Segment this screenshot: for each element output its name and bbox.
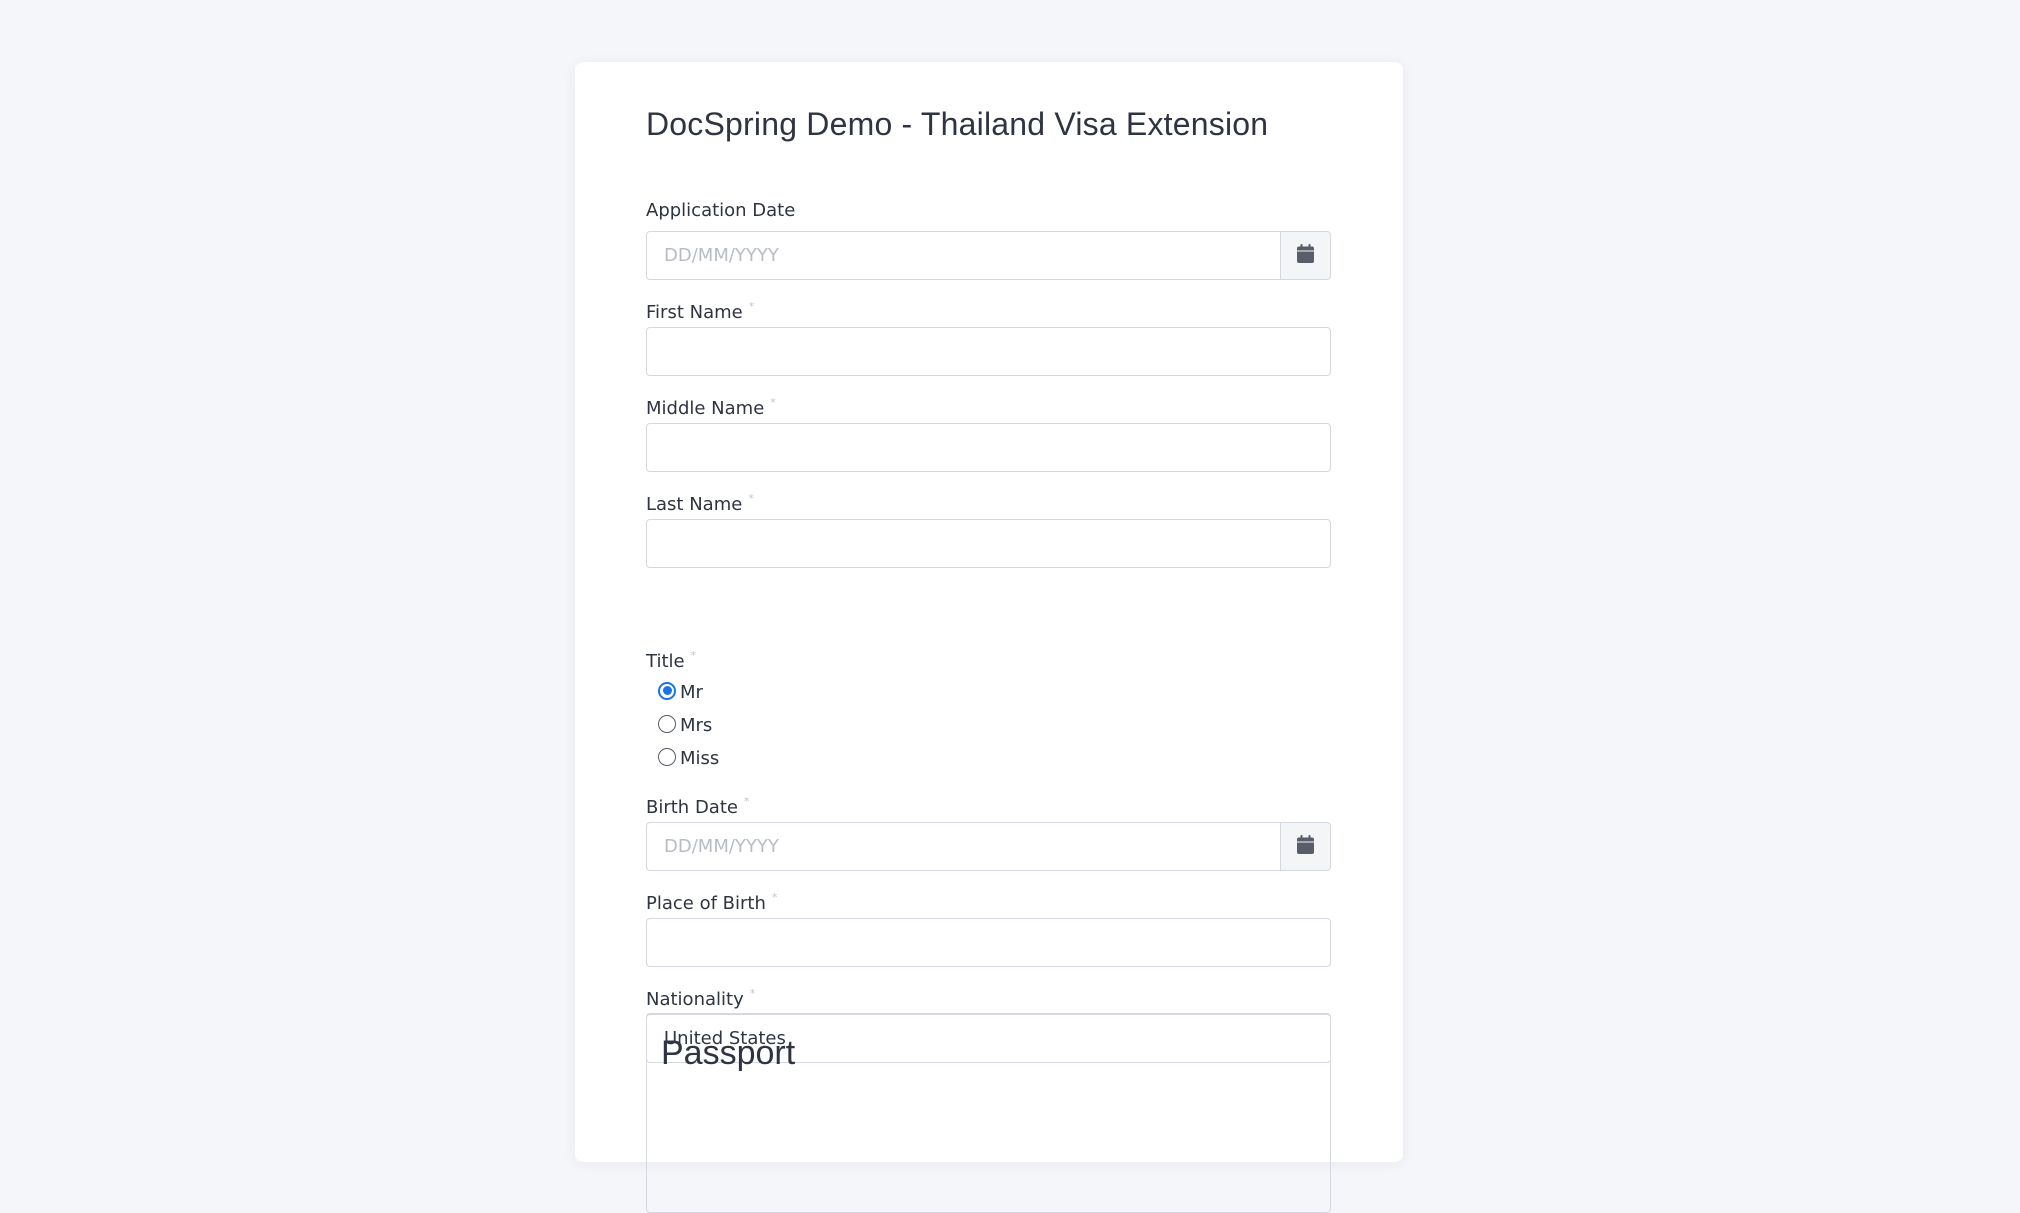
- application-date-picker-button[interactable]: [1281, 231, 1331, 280]
- title-radio-miss[interactable]: [658, 747, 676, 766]
- title-option-label: Mr: [680, 682, 703, 703]
- title-radio-group: Mr Mrs Miss: [646, 674, 1331, 773]
- application-date-input[interactable]: [646, 231, 1281, 280]
- application-date-field: Application Date: [646, 198, 1331, 280]
- title-option-mrs[interactable]: Mrs: [658, 707, 1331, 740]
- form-card: DocSpring Demo - Thailand Visa Extension…: [575, 62, 1403, 1213]
- passport-section: Passport: [646, 1013, 1331, 1213]
- birth-date-label-text: Birth Date: [646, 797, 738, 818]
- calendar-icon: [1297, 835, 1314, 858]
- birth-date-input-group: [646, 822, 1331, 871]
- last-name-input[interactable]: [646, 519, 1331, 568]
- title-option-mr[interactable]: Mr: [658, 674, 1331, 707]
- title-label-text: Title: [646, 651, 685, 672]
- first-name-input[interactable]: [646, 327, 1331, 376]
- passport-section-title: Passport: [661, 1034, 796, 1072]
- place-of-birth-field: Place of Birth *: [646, 885, 1331, 967]
- title-option-miss[interactable]: Miss: [658, 740, 1331, 773]
- title-radio-mr[interactable]: [658, 681, 676, 700]
- required-marker: *: [690, 649, 697, 662]
- middle-name-input[interactable]: [646, 423, 1331, 472]
- birth-date-picker-button[interactable]: [1281, 822, 1331, 871]
- title-label: Title *: [646, 643, 1331, 672]
- required-marker: *: [743, 795, 750, 808]
- title-option-label: Miss: [680, 748, 720, 769]
- middle-name-field: Middle Name *: [646, 390, 1331, 472]
- place-of-birth-label: Place of Birth *: [646, 885, 1331, 914]
- calendar-icon: [1297, 244, 1314, 267]
- first-name-label-text: First Name: [646, 302, 743, 323]
- first-name-field: First Name *: [646, 294, 1331, 376]
- birth-date-field: Birth Date *: [646, 789, 1331, 871]
- birth-date-input[interactable]: [646, 822, 1281, 871]
- nationality-label: Nationality *: [646, 981, 1331, 1010]
- required-marker: *: [771, 891, 778, 904]
- nationality-label-text: Nationality: [646, 989, 744, 1010]
- application-date-label-text: Application Date: [646, 200, 796, 221]
- title-radio-mrs[interactable]: [658, 714, 676, 733]
- middle-name-label-text: Middle Name: [646, 398, 765, 419]
- place-of-birth-input[interactable]: [646, 918, 1331, 967]
- application-date-input-group: [646, 231, 1331, 280]
- required-marker: *: [770, 396, 776, 409]
- application-date-label: Application Date: [646, 198, 1331, 224]
- title-option-label: Mrs: [680, 715, 713, 736]
- title-field: Title * Mr Mrs Miss: [646, 643, 1331, 773]
- place-of-birth-label-text: Place of Birth: [646, 893, 766, 914]
- required-marker: *: [748, 300, 755, 313]
- first-name-label: First Name *: [646, 294, 1331, 323]
- last-name-field: Last Name *: [646, 486, 1331, 568]
- form-title: DocSpring Demo - Thailand Visa Extension: [646, 106, 1269, 142]
- required-marker: *: [749, 987, 756, 1000]
- middle-name-label: Middle Name *: [646, 390, 1331, 419]
- birth-date-label: Birth Date *: [646, 789, 1331, 818]
- last-name-label: Last Name *: [646, 486, 1331, 515]
- last-name-label-text: Last Name: [646, 494, 743, 515]
- required-marker: *: [748, 492, 754, 505]
